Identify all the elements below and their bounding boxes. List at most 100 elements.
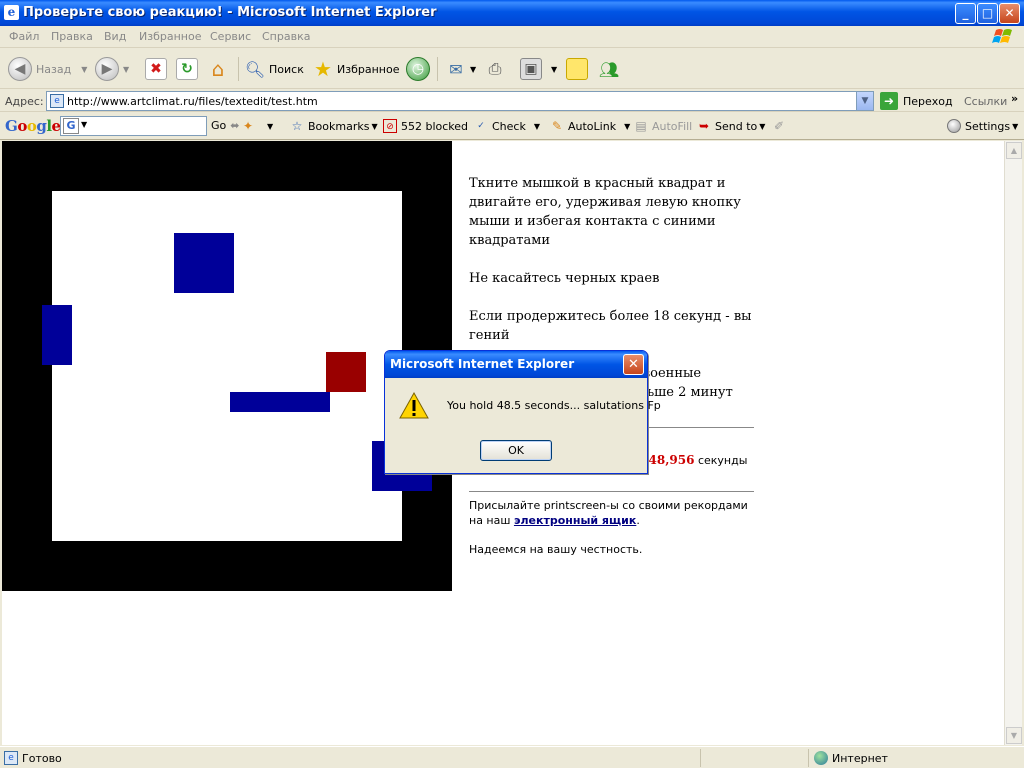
menu-edit[interactable]: Правка xyxy=(51,30,93,43)
stop-icon: ✖ xyxy=(145,58,167,80)
history-icon: ◷ xyxy=(406,57,430,81)
menu-view[interactable]: Вид xyxy=(104,30,126,43)
vertical-scrollbar[interactable]: ▲ ▼ xyxy=(1004,141,1022,745)
favorites-label: Избранное xyxy=(337,62,400,76)
stop-button[interactable]: ✖ xyxy=(145,55,170,83)
autolink-dropdown-icon: ▼ xyxy=(624,121,631,131)
search-dropdown-icon[interactable]: ▼ xyxy=(81,120,87,129)
sendto-dropdown-icon: ▼ xyxy=(759,121,766,131)
address-bar: Адрес: e http://www.artclimat.ru/files/t… xyxy=(0,90,1024,112)
go-button[interactable]: ➜ Переход xyxy=(880,92,953,110)
links-button[interactable]: Ссылки xyxy=(964,95,1007,108)
edit-button[interactable]: ▣ ▼ xyxy=(520,55,557,83)
refresh-button[interactable]: ↻ xyxy=(176,55,201,83)
address-input[interactable]: e http://www.artclimat.ru/files/textedit… xyxy=(46,91,874,111)
minimize-button[interactable]: _ xyxy=(955,3,976,24)
resize-grip-icon: ⬌ xyxy=(230,119,240,132)
result-unit: секунды xyxy=(697,454,748,467)
messenger-icon: 👥︎ xyxy=(598,59,620,79)
email-link[interactable]: электронный ящик xyxy=(514,514,636,527)
send-records-text: Присылайте printscreen-ы со своими рекор… xyxy=(469,498,759,528)
status-left: e Готово xyxy=(4,751,62,765)
settings-gear-icon xyxy=(947,119,961,133)
spellcheck-button[interactable]: ✓ Check ▼ xyxy=(474,119,540,133)
history-button[interactable]: ◷ xyxy=(406,55,434,83)
bookmark-star-icon: ☆ xyxy=(291,119,303,133)
autolink-button[interactable]: ✎ AutoLink ▼ xyxy=(550,119,630,133)
scroll-up-icon[interactable]: ▲ xyxy=(1006,142,1022,159)
dialog-close-button[interactable]: ✕ xyxy=(623,354,644,375)
windows-logo-icon xyxy=(992,29,1012,43)
forward-button[interactable]: ▶ ▼ xyxy=(95,55,129,83)
printer-icon: ⎙ xyxy=(488,59,502,78)
blue-block xyxy=(42,305,72,365)
edit-page-icon: ▣ xyxy=(520,58,542,80)
mail-button[interactable]: ✉ ▼ xyxy=(445,55,476,83)
ie-app-icon: e xyxy=(4,5,19,20)
google-options-button[interactable]: ✦ ▼ xyxy=(241,119,273,133)
menu-tools[interactable]: Сервис xyxy=(210,30,251,43)
star-icon: ★ xyxy=(314,57,332,81)
ie-window: e Проверьте свою реакцию! - Microsoft In… xyxy=(0,0,1024,768)
ok-button[interactable]: OK xyxy=(480,440,552,461)
popup-blocker-button[interactable]: ⊘ 552 blocked xyxy=(383,119,468,133)
links-chevron-icon[interactable]: » xyxy=(1011,92,1018,105)
honesty-text: Надеемся на вашу честность. xyxy=(469,543,643,556)
status-bar: e Готово Интернет xyxy=(0,746,1024,768)
autofill-button[interactable]: ▤ AutoFill xyxy=(634,119,692,133)
page-icon: e xyxy=(50,94,64,108)
autolink-wand-icon: ✎ xyxy=(551,119,563,133)
menu-file[interactable]: Файл xyxy=(9,30,39,43)
blue-block xyxy=(230,392,330,412)
search-label: Поиск xyxy=(269,62,304,76)
dialog-message: You hold 48.5 seconds... salutations Fp xyxy=(447,399,661,412)
print-button[interactable]: ⎙ xyxy=(484,55,509,83)
google-toolbar: Google G ▼ Go ⬌ ✦ ▼ ☆ Bookmarks ▼ ⊘ 552 block… xyxy=(0,113,1024,140)
google-go-button[interactable]: Go ⬌ xyxy=(211,119,239,132)
sendto-button[interactable]: ➥ Send to ▼ xyxy=(697,119,765,133)
google-search-input[interactable]: G ▼ xyxy=(60,116,207,136)
edit-dropdown-icon: ▼ xyxy=(551,64,558,74)
menu-help[interactable]: Справка xyxy=(262,30,310,43)
abc-check-icon: ✓ xyxy=(477,121,485,131)
back-label: Назад xyxy=(36,62,72,76)
close-button[interactable]: ✕ xyxy=(999,3,1020,24)
zone-label: Интернет xyxy=(832,751,888,765)
back-button[interactable]: ◀ Назад ▼ xyxy=(8,55,87,83)
send-end: . xyxy=(636,514,640,527)
search-button[interactable]: 🔍︎ Поиск xyxy=(244,55,304,83)
bookmarks-button[interactable]: ☆ Bookmarks ▼ xyxy=(290,119,378,133)
instruction-paragraph: Ткните мышкой в красный квадрат и двигай… xyxy=(469,176,741,248)
home-icon: ⌂ xyxy=(211,57,225,81)
result-value: 48,956 xyxy=(648,453,695,467)
blue-block xyxy=(174,233,234,293)
address-url: http://www.artclimat.ru/files/textedit/t… xyxy=(67,95,318,108)
dialog-title-bar: Microsoft Internet Explorer ✕ xyxy=(385,351,647,378)
blocked-label: 552 blocked xyxy=(401,119,469,133)
settings-dropdown-icon: ▼ xyxy=(1012,121,1019,131)
favorites-button[interactable]: ★ Избранное xyxy=(312,55,399,83)
settings-button[interactable]: Settings ▼ xyxy=(947,119,1018,133)
menu-bar: Файл Правка Вид Избранное Сервис Справка xyxy=(0,26,1024,48)
address-dropdown-icon[interactable]: ▼ xyxy=(856,92,873,110)
highlighter-button[interactable]: ✐ xyxy=(772,119,790,133)
search-icon: 🔍︎ xyxy=(244,59,266,79)
maximize-button[interactable]: □ xyxy=(977,3,998,24)
genius-paragraph: Если продержитесь более 18 секунд - вы г… xyxy=(469,309,752,343)
discuss-button[interactable] xyxy=(566,55,591,83)
menu-favorites[interactable]: Избранное xyxy=(139,30,201,43)
red-square[interactable] xyxy=(326,352,366,392)
messenger-button[interactable]: 👥︎ xyxy=(598,55,623,83)
dialog-title: Microsoft Internet Explorer xyxy=(390,357,575,371)
google-logo[interactable]: Google xyxy=(5,117,61,135)
status-text: Готово xyxy=(22,751,62,765)
bookmarks-dropdown-icon: ▼ xyxy=(371,121,378,131)
mail-icon: ✉ xyxy=(449,59,463,79)
window-title: Проверьте свою реакцию! - Microsoft Inte… xyxy=(23,5,437,20)
settings-label: Settings xyxy=(965,119,1011,133)
toolbar-separator xyxy=(238,57,239,81)
home-button[interactable]: ⌂ xyxy=(207,55,232,83)
scroll-down-icon[interactable]: ▼ xyxy=(1006,727,1022,744)
address-label: Адрес: xyxy=(5,95,44,108)
toolbar-separator xyxy=(437,57,438,81)
